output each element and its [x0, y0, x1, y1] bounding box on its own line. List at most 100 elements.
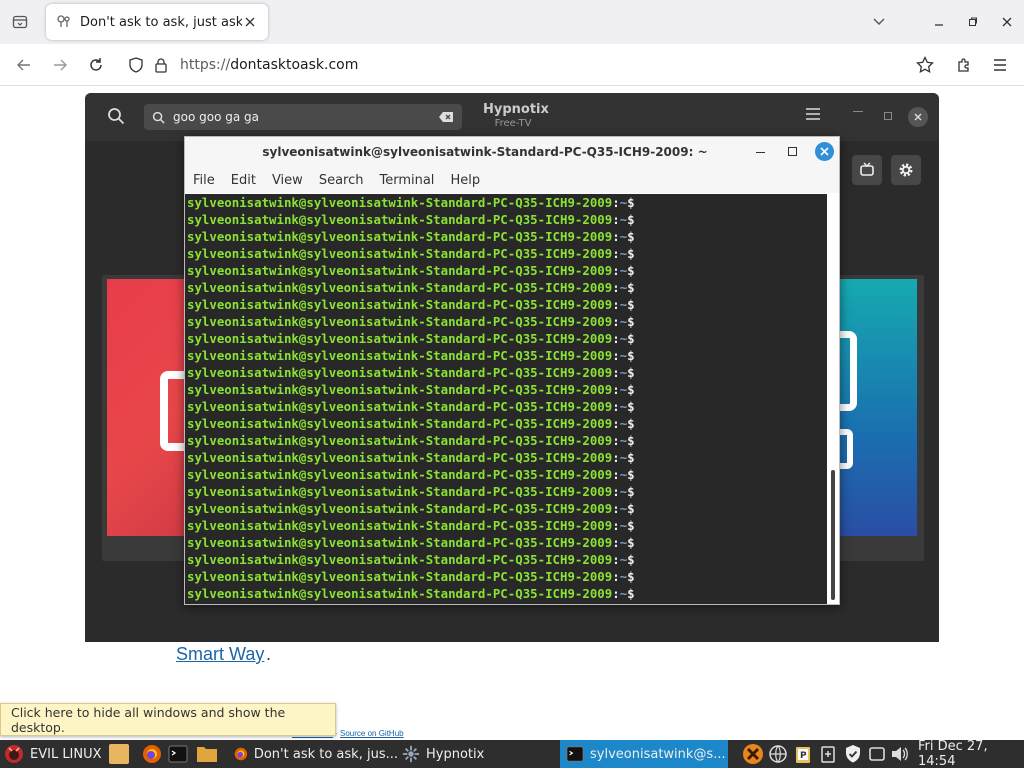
tray-xapp[interactable] — [742, 740, 764, 768]
prompt-colon: : — [612, 212, 620, 227]
terminal-line: sylveonisatwink@sylveonisatwink-Standard… — [187, 347, 827, 364]
terminal-output[interactable]: sylveonisatwink@sylveonisatwink-Standard… — [185, 194, 827, 604]
tray-network[interactable] — [768, 740, 788, 768]
terminal-scrollbar-thumb[interactable] — [831, 470, 835, 600]
hypnotix-minimize-button[interactable] — [853, 111, 863, 112]
terminal-line: sylveonisatwink@sylveonisatwink-Standard… — [187, 313, 827, 330]
tab-list-button[interactable] — [8, 10, 32, 34]
launcher-terminal[interactable] — [168, 740, 188, 768]
show-desktop-button[interactable] — [108, 740, 130, 768]
reload-icon — [90, 58, 102, 71]
browser-tab[interactable]: Don't ask to ask, just ask — [46, 4, 268, 40]
menu-search[interactable]: Search — [319, 173, 364, 188]
prompt-colon: : — [612, 382, 620, 397]
lock-icon[interactable] — [154, 57, 168, 73]
terminal-line: sylveonisatwink@sylveonisatwink-Standard… — [187, 500, 827, 517]
tray-volume[interactable] — [890, 740, 910, 768]
terminal-menubar: File Edit View Search Terminal Help — [185, 167, 839, 193]
prompt-user: sylveonisatwink@sylveonisatwink-Standard… — [187, 246, 613, 261]
close-button[interactable] — [990, 0, 1024, 44]
tray-removable[interactable] — [868, 740, 886, 768]
prompt-colon: : — [612, 399, 620, 414]
tab-overflow-button[interactable] — [856, 0, 902, 44]
footer-link-github[interactable]: Source on GitHub — [340, 729, 404, 738]
task-terminal-label: sylveonisatwink@s... — [590, 746, 726, 762]
tab-title: Don't ask to ask, just ask — [80, 14, 242, 30]
app-menu-button[interactable] — [988, 53, 1012, 77]
menu-help[interactable]: Help — [450, 173, 480, 188]
hypnotix-close-button[interactable] — [908, 107, 928, 127]
tray-clipboard[interactable]: P — [793, 740, 813, 768]
forward-button[interactable] — [48, 53, 72, 77]
tray-updates[interactable] — [818, 740, 838, 768]
provider-card-movies[interactable] — [829, 279, 917, 536]
prompt-colon: : — [612, 484, 620, 499]
launcher-files[interactable] — [196, 740, 218, 768]
prompt-colon: : — [612, 501, 620, 516]
clear-text-icon[interactable] — [438, 111, 454, 123]
terminal-line: sylveonisatwink@sylveonisatwink-Standard… — [187, 551, 827, 568]
chevron-down-icon — [873, 18, 885, 25]
menu-view[interactable]: View — [272, 173, 303, 188]
menu-button[interactable]: EVIL LINUX — [4, 740, 102, 768]
hypnotix-menu-button[interactable] — [805, 107, 821, 121]
search-icon — [152, 111, 165, 124]
menu-edit[interactable]: Edit — [231, 173, 256, 188]
extensions-button[interactable] — [952, 53, 976, 77]
task-firefox-label: Don't ask to ask, jus... — [253, 746, 398, 762]
smart-way-link[interactable]: Smart Way — [176, 644, 264, 665]
prompt-symbol: $ — [627, 535, 635, 550]
prompt-colon: : — [612, 263, 620, 278]
terminal-line: sylveonisatwink@sylveonisatwink-Standard… — [187, 449, 827, 466]
terminal-minimize-button[interactable] — [756, 152, 765, 153]
minimize-button[interactable] — [922, 0, 956, 44]
back-button[interactable] — [12, 53, 36, 77]
bookmark-star-icon[interactable] — [916, 56, 934, 74]
hypnotix-tv-button[interactable] — [852, 155, 882, 185]
launcher-firefox[interactable] — [142, 740, 162, 768]
tv-icon — [860, 162, 874, 176]
terminal-line: sylveonisatwink@sylveonisatwink-Standard… — [187, 245, 827, 262]
prompt-user: sylveonisatwink@sylveonisatwink-Standard… — [187, 433, 613, 448]
prompt-symbol: $ — [627, 501, 635, 516]
prompt-symbol: $ — [627, 331, 635, 346]
tray-security[interactable] — [843, 740, 863, 768]
firefox-icon — [234, 747, 248, 761]
browser-nav-bar: https://dontasktoask.com — [0, 44, 1024, 86]
hypnotix-preferences-button[interactable] — [891, 155, 921, 185]
url-bar[interactable]: https://dontasktoask.com — [122, 51, 942, 79]
terminal-scrollbar[interactable] — [827, 194, 839, 604]
task-terminal[interactable]: sylveonisatwink@s... — [560, 740, 728, 768]
task-firefox[interactable]: Don't ask to ask, jus... — [230, 740, 398, 768]
svg-text:P: P — [800, 751, 807, 761]
hypnotix-search-button[interactable] — [107, 107, 125, 125]
menu-file[interactable]: File — [193, 173, 215, 188]
task-hypnotix[interactable]: Hypnotix — [398, 740, 558, 768]
hamburger-icon — [994, 59, 1006, 71]
terminal-line: sylveonisatwink@sylveonisatwink-Standard… — [187, 466, 827, 483]
hypnotix-search-input[interactable]: goo goo ga ga — [144, 104, 462, 130]
x-status-icon — [743, 744, 763, 764]
show-desktop-tooltip: Click here to hide all windows and show … — [0, 703, 336, 736]
terminal-close-button[interactable] — [815, 142, 834, 161]
restore-button[interactable] — [956, 0, 990, 44]
prompt-user: sylveonisatwink@sylveonisatwink-Standard… — [187, 212, 613, 227]
shield-icon[interactable] — [128, 57, 144, 73]
menu-terminal[interactable]: Terminal — [379, 173, 434, 188]
prompt-colon: : — [612, 365, 620, 380]
terminal-maximize-button[interactable] — [788, 147, 797, 156]
browser-window-controls — [856, 0, 1024, 44]
tray-clock[interactable]: Fri Dec 27, 14:54 — [918, 739, 1024, 768]
tab-close-button[interactable] — [242, 14, 258, 30]
terminal-titlebar[interactable]: sylveonisatwink@sylveonisatwink-Standard… — [185, 137, 839, 167]
prompt-colon: : — [612, 416, 620, 431]
hypnotix-maximize-button[interactable] — [884, 112, 892, 120]
prompt-symbol: $ — [627, 518, 635, 533]
prompt-user: sylveonisatwink@sylveonisatwink-Standard… — [187, 382, 613, 397]
reload-button[interactable] — [84, 53, 108, 77]
provider-card-tv[interactable] — [107, 279, 200, 536]
prompt-colon: : — [612, 229, 620, 244]
prompt-colon: : — [612, 552, 620, 567]
url-scheme: https:// — [180, 57, 231, 73]
